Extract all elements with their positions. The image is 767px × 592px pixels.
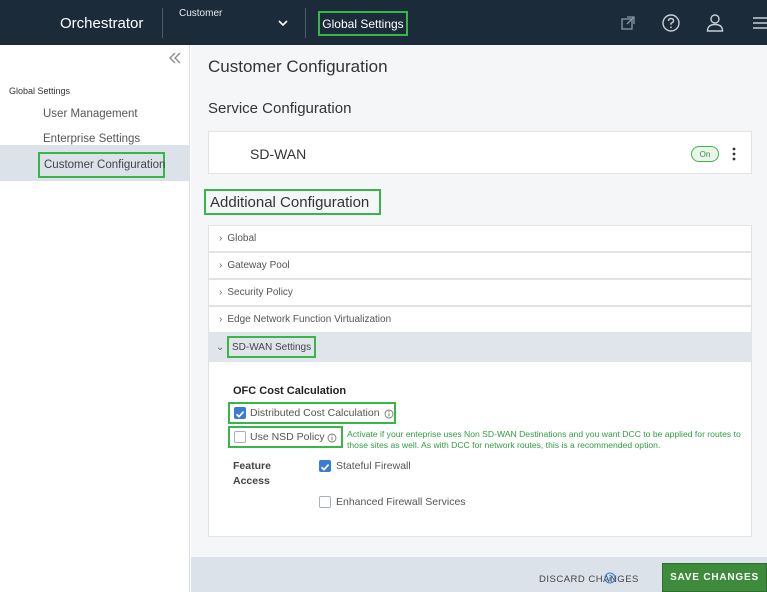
collapse-sidebar-icon[interactable] — [166, 50, 182, 66]
sidebar-section-title: Global Settings — [9, 86, 71, 96]
section-label: Global — [227, 233, 257, 244]
nsd-help-note: Activate if your enteprise uses Non SD-W… — [347, 429, 741, 450]
chevron-down-icon[interactable] — [277, 17, 289, 29]
info-icon[interactable] — [604, 572, 616, 584]
kebab-menu-icon[interactable] — [732, 147, 736, 161]
info-icon[interactable] — [327, 433, 337, 443]
chevron-right-icon: › — [219, 287, 223, 298]
stateful-firewall-label: Stateful Firewall — [336, 460, 411, 472]
feature-access-label: Feature Access — [233, 460, 271, 487]
section-label: Edge Network Function Virtualization — [227, 314, 392, 325]
chevron-right-icon: › — [219, 260, 223, 271]
app-brand[interactable]: Orchestrator — [60, 15, 143, 32]
nsd-label: Use NSD Policy — [250, 431, 325, 443]
enhanced-firewall-checkbox[interactable] — [319, 496, 331, 508]
section-row-global[interactable]: › Global — [208, 225, 752, 252]
sidebar-item-enterprise-settings[interactable]: Enterprise Settings — [43, 133, 140, 145]
sdwan-service-title: SD-WAN — [250, 146, 307, 162]
section-row-edge-nfv[interactable]: › Edge Network Function Virtualization — [208, 306, 752, 333]
ofc-cost-calculation-title: OFC Cost Calculation — [233, 385, 347, 397]
chevron-right-icon: › — [219, 233, 223, 244]
sdwan-toggle[interactable]: On — [691, 146, 719, 162]
section-row-security-policy[interactable]: › Security Policy — [208, 279, 752, 306]
global-settings-button[interactable]: Global Settings — [318, 11, 408, 36]
menu-icon[interactable] — [750, 12, 767, 34]
top-bar: Orchestrator Customer Global Settings — [0, 0, 767, 45]
help-icon[interactable] — [660, 12, 682, 34]
sidebar — [0, 45, 190, 592]
chevron-right-icon: › — [219, 314, 223, 325]
stateful-firewall-checkbox[interactable] — [319, 460, 331, 472]
section-row-gateway-pool[interactable]: › Gateway Pool — [208, 252, 752, 279]
enhanced-firewall-label: Enhanced Firewall Services — [336, 496, 466, 508]
sidebar-item-customer-configuration[interactable]: Customer Configuration — [38, 152, 165, 178]
additional-configuration-heading: Additional Configuration — [204, 189, 381, 215]
external-link-icon[interactable] — [617, 12, 639, 34]
customer-selector-label[interactable]: Customer — [179, 8, 222, 19]
discard-changes-button[interactable]: DISCARD CHANGES — [539, 574, 639, 585]
topbar-divider — [305, 8, 306, 38]
section-label: Gateway Pool — [227, 260, 290, 271]
sidebar-item-user-management[interactable]: User Management — [43, 108, 138, 120]
chevron-down-icon: ⌄ — [216, 342, 225, 353]
topbar-divider — [162, 8, 163, 38]
info-icon[interactable] — [384, 409, 394, 419]
dcc-label: Distributed Cost Calculation — [250, 407, 380, 419]
nsd-checkbox[interactable] — [234, 431, 246, 443]
user-icon[interactable] — [704, 12, 726, 34]
save-changes-button[interactable]: SAVE CHANGES — [662, 563, 767, 592]
checkmark-icon — [235, 411, 245, 418]
checkmark-icon — [320, 464, 330, 471]
sdwan-settings-label[interactable]: SD-WAN Settings — [227, 336, 316, 358]
dcc-checkbox[interactable] — [234, 407, 246, 419]
page-title: Customer Configuration — [208, 57, 388, 76]
service-configuration-heading: Service Configuration — [208, 100, 352, 117]
section-label: Security Policy — [227, 287, 293, 298]
